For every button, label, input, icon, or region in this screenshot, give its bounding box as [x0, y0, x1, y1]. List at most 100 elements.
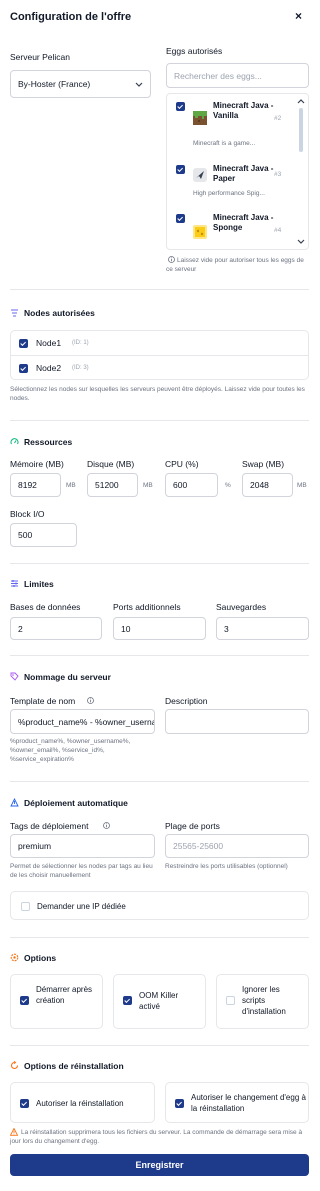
- tags-hint: Permet de sélectionner les nodes par tag…: [10, 863, 153, 879]
- oom-killer-checkbox[interactable]: [123, 996, 132, 1005]
- egg-id: #3: [274, 171, 282, 178]
- egg-description: Minecraft is a game...: [193, 140, 256, 147]
- start-after-label: Démarrer après création: [36, 985, 93, 1005]
- sponge-icon: [193, 225, 207, 239]
- egg-checkbox[interactable]: [176, 102, 185, 111]
- egg-checkbox[interactable]: [176, 214, 185, 223]
- close-icon[interactable]: ×: [295, 9, 302, 23]
- egg-id: #4: [274, 227, 282, 234]
- start-after-checkbox[interactable]: [20, 996, 29, 1005]
- node-checkbox[interactable]: [19, 339, 28, 348]
- skip-scripts-label: Ignorer les scripts d'installation: [242, 985, 286, 1016]
- egg-id: #2: [274, 115, 282, 122]
- nodes-list: Node1 (ID: 1) Node2 (ID: 3): [10, 330, 309, 380]
- tags-label: Tags de déploiement: [10, 821, 89, 831]
- eggs-scrollbar-thumb[interactable]: [299, 108, 303, 152]
- divider: [10, 420, 309, 421]
- dedicated-ip-option[interactable]: Demander une IP dédiée: [10, 891, 309, 920]
- eggs-list[interactable]: Minecraft Java - Vanilla #2 Minecraft is…: [166, 93, 309, 250]
- node-name: Node1: [36, 338, 62, 348]
- ports-label: Ports additionnels: [113, 602, 181, 612]
- oom-killer-option[interactable]: OOM Killer activé: [113, 974, 206, 1029]
- cpu-label: CPU (%): [165, 459, 199, 469]
- ports-input[interactable]: 10: [113, 617, 206, 640]
- swap-unit: MB: [297, 482, 307, 489]
- dedicated-ip-label: Demander une IP dédiée: [37, 902, 126, 911]
- eggs-label: Eggs autorisés: [166, 46, 223, 56]
- node-id: (ID: 3): [72, 365, 89, 371]
- paper-icon: [193, 168, 207, 182]
- divider: [10, 563, 309, 564]
- naming-title: Nommage du serveur: [24, 672, 111, 682]
- template-variables-hint: %product_name%, %owner_username%, %owner…: [10, 738, 131, 763]
- egg-name: Minecraft Java - Sponge: [213, 213, 274, 232]
- disk-unit: MB: [143, 482, 153, 489]
- memory-unit: MB: [66, 482, 76, 489]
- egg-checkbox[interactable]: [176, 165, 185, 174]
- divider: [10, 1045, 309, 1046]
- node-checkbox[interactable]: [19, 364, 28, 373]
- allow-reinstall-option[interactable]: Autoriser la réinstallation: [10, 1082, 155, 1123]
- port-range-label: Plage de ports: [165, 821, 220, 831]
- skip-scripts-option[interactable]: Ignorer les scripts d'installation: [216, 974, 309, 1029]
- swap-input[interactable]: 2048: [242, 473, 293, 497]
- divider: [10, 655, 309, 656]
- description-input[interactable]: [165, 709, 309, 734]
- divider: [10, 937, 309, 938]
- tags-input[interactable]: premium: [10, 834, 155, 858]
- port-range-input[interactable]: 25565-25600: [165, 834, 309, 858]
- egg-change-option[interactable]: Autoriser le changement d'egg à la réins…: [165, 1082, 309, 1123]
- template-input[interactable]: %product_name% - %owner_username%: [10, 709, 155, 734]
- server-select[interactable]: By-Hoster (France): [10, 70, 151, 98]
- resources-title: Ressources: [24, 437, 73, 447]
- node-name: Node2: [36, 363, 62, 373]
- description-label: Description: [165, 696, 208, 706]
- reinstall-title: Options de réinstallation: [24, 1061, 124, 1071]
- minecraft-grass-icon: [193, 111, 207, 125]
- blockio-input[interactable]: 500: [10, 523, 77, 547]
- databases-label: Bases de données: [10, 602, 81, 612]
- nodes-hint: Sélectionnez les nodes sur lesquelles le…: [10, 386, 305, 402]
- gear-icon: [10, 953, 19, 962]
- nodes-title: Nodes autorisées: [24, 308, 95, 318]
- cpu-input[interactable]: 600: [165, 473, 218, 497]
- cpu-unit: %: [225, 482, 231, 489]
- template-label: Template de nom: [10, 696, 76, 706]
- egg-name: Minecraft Java - Vanilla: [213, 101, 274, 120]
- memory-input[interactable]: 8192: [10, 473, 61, 497]
- eggs-hint: Laissez vide pour autoriser tous les egg…: [166, 257, 304, 273]
- egg-change-label: Autoriser le changement d'egg à la réins…: [191, 1093, 306, 1113]
- node-id: (ID: 1): [72, 340, 89, 346]
- memory-label: Mémoire (MB): [10, 459, 64, 469]
- sliders-icon: [11, 580, 18, 587]
- server-select-value: By-Hoster (France): [18, 79, 91, 89]
- egg-name: Minecraft Java - Paper: [213, 164, 274, 183]
- egg-change-checkbox[interactable]: [175, 1099, 184, 1108]
- eggs-search-input[interactable]: Rechercher des eggs...: [166, 63, 309, 88]
- chevron-down-icon: [135, 82, 143, 87]
- databases-input[interactable]: 2: [10, 617, 102, 640]
- disk-input[interactable]: 51200: [87, 473, 138, 497]
- backups-input[interactable]: 3: [216, 617, 309, 640]
- reinstall-warning: La réinstallation supprimera tous les fi…: [10, 1129, 303, 1145]
- egg-description: High performance Spig...: [193, 190, 265, 197]
- info-icon[interactable]: [87, 697, 94, 704]
- disk-label: Disque (MB): [87, 459, 135, 469]
- limits-title: Limites: [24, 579, 54, 589]
- oom-killer-label: OOM Killer activé: [139, 991, 179, 1011]
- dedicated-ip-checkbox[interactable]: [21, 902, 30, 911]
- start-after-option[interactable]: Démarrer après création: [10, 974, 103, 1029]
- port-range-hint: Restreindre les ports utilisables (optio…: [165, 863, 288, 870]
- swap-label: Swap (MB): [242, 459, 285, 469]
- deploy-title: Déploiement automatique: [24, 798, 128, 808]
- info-icon[interactable]: [103, 822, 110, 829]
- tag-icon: [10, 672, 19, 681]
- refresh-icon: [10, 1061, 19, 1070]
- chevron-up-icon[interactable]: [297, 98, 305, 104]
- save-button[interactable]: Enregistrer: [10, 1154, 309, 1176]
- skip-scripts-checkbox[interactable]: [226, 996, 235, 1005]
- chevron-down-icon[interactable]: [297, 239, 305, 245]
- options-title: Options: [24, 953, 57, 963]
- divider: [10, 781, 309, 782]
- allow-reinstall-checkbox[interactable]: [20, 1099, 29, 1108]
